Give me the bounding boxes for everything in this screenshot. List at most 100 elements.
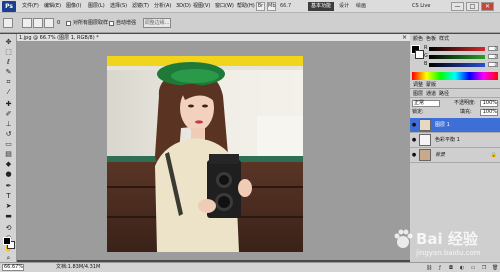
fill-label: 填充: bbox=[460, 109, 472, 115]
new-selection-icon[interactable] bbox=[22, 18, 32, 28]
auto-enhance-checkbox[interactable] bbox=[109, 21, 114, 26]
photoshop-logo: Ps bbox=[2, 1, 16, 12]
subtract-selection-icon[interactable] bbox=[44, 18, 54, 28]
dodge-tool-icon[interactable]: ● bbox=[4, 170, 13, 178]
layer-name: 图层 1 bbox=[435, 122, 450, 128]
watermark-url: jingyan.baidu.com bbox=[416, 249, 481, 257]
eye-icon[interactable]: ● bbox=[411, 152, 417, 158]
refine-edge-button[interactable]: 调整边缘... bbox=[143, 18, 171, 28]
menu-filter[interactable]: 滤镜(T) bbox=[132, 0, 149, 13]
green-slider[interactable] bbox=[429, 55, 485, 59]
3d-rotate-icon[interactable]: ⟲ bbox=[4, 224, 13, 232]
zoom-tool-icon[interactable]: ⌕ bbox=[4, 254, 13, 262]
layer-name: 背景 bbox=[435, 152, 446, 158]
layers-options: 正常 不透明度: 100% 锁定: 填充: 100% bbox=[410, 99, 500, 118]
menu-edit[interactable]: 编辑(E) bbox=[44, 0, 61, 13]
quick-selection-tool-icon[interactable]: ✎ bbox=[4, 68, 13, 76]
workspace-design-link[interactable]: 设计 bbox=[339, 2, 349, 11]
tab-styles[interactable]: 样式 bbox=[439, 35, 449, 43]
fill-field[interactable]: 100% bbox=[480, 109, 498, 116]
menu-help[interactable]: 帮助(H) bbox=[237, 0, 255, 13]
red-slider[interactable] bbox=[429, 47, 485, 51]
red-label: R bbox=[424, 45, 428, 51]
sample-all-layers-checkbox[interactable] bbox=[66, 21, 71, 26]
tab-swatches[interactable]: 色板 bbox=[426, 35, 436, 43]
bridge-icon[interactable]: Br bbox=[256, 2, 265, 11]
minimize-button[interactable]: — bbox=[451, 2, 464, 11]
type-tool-icon[interactable]: T bbox=[4, 192, 13, 200]
photo-canvas[interactable] bbox=[107, 56, 303, 252]
brush-size-label[interactable]: 0 bbox=[57, 17, 60, 29]
foreground-color-swatch[interactable] bbox=[3, 237, 11, 245]
brush-tool-icon[interactable]: ✐ bbox=[4, 110, 13, 118]
blend-mode-select[interactable]: 正常 bbox=[412, 100, 440, 107]
add-to-selection-icon[interactable] bbox=[33, 18, 43, 28]
layer-thumbnail bbox=[419, 149, 431, 161]
blue-slider[interactable] bbox=[429, 63, 485, 67]
blue-label: B bbox=[424, 61, 428, 67]
watermark-text: Bai 经验 bbox=[416, 230, 478, 248]
document-tab[interactable]: 1.jpg @ 66.7% (图层 1, RGB/8) * × bbox=[17, 34, 410, 42]
tools-panel: ✥ ⬚ ℓ ✎ ⌗ ⁄ ✚ ✐ ⊥ ↺ ▭ ▤ ◆ ● ✒ T ➤ ▬ ⟲ ◎ … bbox=[0, 34, 17, 262]
workspace-painting-link[interactable]: 绘画 bbox=[356, 2, 366, 11]
menu-layer[interactable]: 图层(L) bbox=[88, 0, 105, 13]
eraser-tool-icon[interactable]: ▭ bbox=[4, 140, 13, 148]
eyedropper-tool-icon[interactable]: ⁄ bbox=[4, 88, 13, 96]
close-document-icon[interactable]: × bbox=[402, 34, 407, 42]
tab-channels[interactable]: 通道 bbox=[426, 90, 436, 98]
shape-tool-icon[interactable]: ▬ bbox=[4, 212, 13, 220]
tab-layers[interactable]: 图层 bbox=[413, 90, 423, 98]
menu-window[interactable]: 窗口(W) bbox=[215, 0, 234, 13]
move-tool-icon[interactable]: ✥ bbox=[4, 38, 13, 46]
history-brush-icon[interactable]: ↺ bbox=[4, 130, 13, 138]
menu-bar: Ps 文件(F) 编辑(E) 图像(I) 图层(L) 选择(S) 滤镜(T) 分… bbox=[0, 0, 500, 13]
layer-thumbnail bbox=[419, 119, 431, 131]
color-spectrum-bar[interactable] bbox=[412, 72, 498, 80]
tab-color[interactable]: 颜色 bbox=[413, 35, 423, 43]
menu-analysis[interactable]: 分析(A) bbox=[154, 0, 171, 13]
background-swatch-panel[interactable] bbox=[415, 50, 424, 59]
crop-tool-icon[interactable]: ⌗ bbox=[4, 78, 13, 86]
tab-paths[interactable]: 路径 bbox=[439, 90, 449, 98]
zoom-field[interactable]: 66.67% bbox=[2, 264, 24, 271]
menu-select[interactable]: 选择(S) bbox=[110, 0, 127, 13]
green-value[interactable]: 0 bbox=[488, 54, 498, 59]
document-title: 1.jpg @ 66.7% (图层 1, RGB/8) * bbox=[19, 35, 99, 41]
menu-image[interactable]: 图像(I) bbox=[66, 0, 81, 13]
sample-all-layers-label: 对所有图层取样 bbox=[73, 20, 109, 26]
eye-icon[interactable]: ● bbox=[411, 122, 417, 128]
lock-label: 锁定: bbox=[412, 109, 424, 115]
layer-row[interactable]: ● 背景 🔒 bbox=[410, 148, 500, 163]
layer-row[interactable]: ● 图层 1 bbox=[410, 118, 500, 133]
cs-live-button[interactable]: CS Live bbox=[412, 1, 440, 12]
layer-row[interactable]: ● 色彩平衡 1 bbox=[410, 133, 500, 148]
opacity-label: 不透明度: bbox=[454, 100, 476, 106]
opacity-field[interactable]: 100% bbox=[480, 100, 498, 107]
menu-file[interactable]: 文件(F) bbox=[22, 0, 39, 13]
gradient-tool-icon[interactable]: ▤ bbox=[4, 150, 13, 158]
clone-stamp-icon[interactable]: ⊥ bbox=[4, 120, 13, 128]
quick-selection-tool-preset-icon[interactable] bbox=[3, 18, 13, 28]
close-window-button[interactable]: ✕ bbox=[481, 2, 494, 11]
lasso-tool-icon[interactable]: ℓ bbox=[4, 58, 13, 66]
pen-tool-icon[interactable]: ✒ bbox=[4, 182, 13, 190]
maximize-button[interactable]: □ bbox=[466, 2, 479, 11]
status-bar: 66.67% 文档:1.83M/4.31M bbox=[0, 262, 410, 272]
lock-icon: 🔒 bbox=[490, 152, 497, 158]
red-value[interactable]: 0 bbox=[488, 46, 498, 51]
layers-panel-tabs: 图层 通道 路径 bbox=[410, 88, 500, 98]
eye-icon[interactable]: ● bbox=[411, 137, 417, 143]
workspace-essentials-button[interactable]: 基本功能 bbox=[308, 2, 334, 11]
portrait-photo bbox=[107, 56, 303, 252]
zoom-level[interactable]: 66.7 bbox=[280, 0, 291, 13]
options-bar: 0 对所有图层取样 自动增强 调整边缘... bbox=[0, 13, 500, 33]
healing-brush-icon[interactable]: ✚ bbox=[4, 100, 13, 108]
blue-value[interactable]: 0 bbox=[488, 62, 498, 67]
minibridge-icon[interactable]: Mb bbox=[267, 2, 276, 11]
marquee-tool-icon[interactable]: ⬚ bbox=[4, 48, 13, 56]
menu-view[interactable]: 视图(V) bbox=[193, 0, 210, 13]
menu-3d[interactable]: 3D(D) bbox=[176, 0, 191, 13]
path-selection-icon[interactable]: ➤ bbox=[4, 202, 13, 210]
blur-tool-icon[interactable]: ◆ bbox=[4, 160, 13, 168]
adjustment-layer-thumbnail bbox=[419, 134, 431, 146]
